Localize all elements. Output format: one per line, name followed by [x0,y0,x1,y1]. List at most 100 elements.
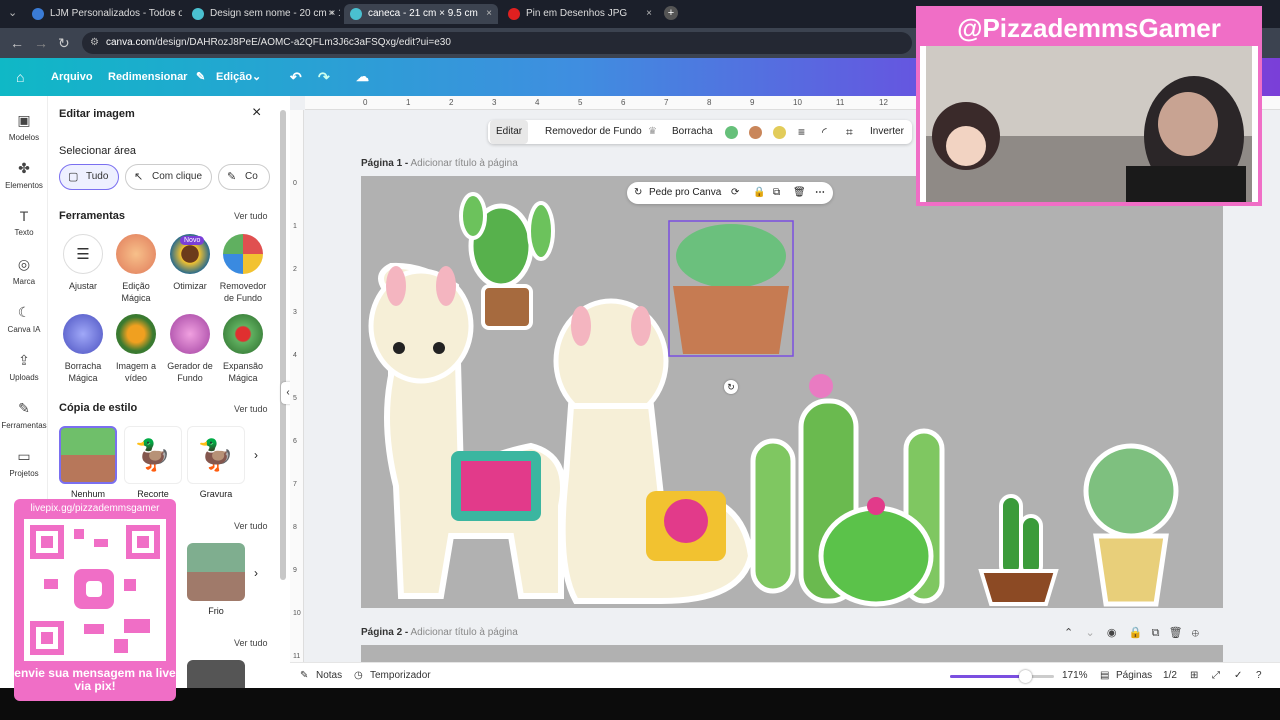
chevron-up-icon[interactable]: ⌃ [1064,627,1073,639]
tool-bg-generator[interactable]: Gerador de Fundo [162,314,218,384]
back-icon[interactable]: ← [10,35,24,51]
comment-icon[interactable]: ⟳ [731,182,739,204]
tab-menu-icon[interactable]: ⌄ [8,6,17,19]
tab-close-icon[interactable]: × [170,4,176,24]
rail-item-tools[interactable]: ✎ Ferramentas [0,400,48,430]
panel-scrollbar[interactable] [280,110,286,580]
pages-icon[interactable]: ▤ [1100,663,1109,689]
timer-button[interactable]: Temporizador [370,663,431,689]
resize-menu[interactable]: Redimensionar [108,58,187,96]
style-none-thumb[interactable] [59,426,117,484]
rail-item-text[interactable]: T Texto [0,208,48,237]
effect-thumb[interactable] [187,660,245,688]
edit-mode-menu[interactable]: Edição [216,58,252,96]
rail-item-brand[interactable]: ◎ Marca [0,256,48,286]
brush-select-chip[interactable]: ✎ Co [218,164,270,190]
selected-cactus-image[interactable] [668,220,794,357]
tool-image-to-video[interactable]: Imagem a vídeo [108,314,164,384]
crop-icon[interactable]: ⌗ [846,120,853,144]
click-select-chip[interactable]: ↖ Com clique [125,164,212,190]
tool-bg-remover[interactable]: Removedor de Fundo [215,234,271,304]
help-icon[interactable]: ? [1256,663,1262,689]
add-page-title[interactable]: Adicionar título à página [410,627,517,638]
color-swatch[interactable] [773,126,786,139]
chevron-down-icon[interactable]: ⌄ [1085,627,1094,639]
style-engraving-thumb[interactable]: 🦆 [187,426,245,484]
barrel-cactus-image[interactable] [1083,443,1179,607]
notes-button[interactable]: Notas [316,663,342,689]
rail-item-templates[interactable]: ▣ Modelos [0,112,48,142]
browser-tab[interactable]: Pin em Desenhos JPG × [502,4,658,24]
tab-close-icon[interactable]: × [646,4,652,24]
browser-tab-active[interactable]: caneca - 21 cm × 9.5 cm × [344,4,498,24]
more-icon[interactable]: ⋯ [815,182,825,204]
chevron-right-icon[interactable]: › [254,566,258,580]
style-see-all-link[interactable]: Ver tudo [234,404,268,414]
lock-page-icon[interactable]: 🔒 [1129,627,1143,639]
tool-adjust[interactable]: ☰ Ajustar [55,234,111,292]
redo-icon[interactable]: ↷ [318,58,330,96]
style-cutout-thumb[interactable]: 🦆 [124,426,182,484]
url-input[interactable]: ⚙ canva.com/design/DAHRozJ8PeE/AOMC-a2QF… [82,32,912,54]
small-potted-cactus-image[interactable] [978,494,1059,606]
filters-see-all-link[interactable]: Ver tudo [234,521,268,531]
rail-item-uploads[interactable]: ⇪ Uploads [0,352,48,382]
notes-icon[interactable]: ✎ [300,663,308,689]
tab-close-icon[interactable]: × [486,4,492,24]
zoom-slider-thumb[interactable] [1018,670,1032,683]
undo-icon[interactable]: ↶ [290,58,302,96]
tools-see-all-link[interactable]: Ver tudo [234,211,268,221]
potted-cactus-image[interactable] [459,192,555,330]
lock-icon[interactable]: 🔒 [753,182,765,204]
eraser-button[interactable]: Borracha [672,120,713,144]
tool-magic-expand[interactable]: Expansão Mágica [215,314,271,384]
zoom-level[interactable]: 171% [1062,663,1088,689]
new-tab-icon[interactable]: + [664,6,678,20]
browser-tab[interactable]: LJM Personalizados - Todos os × [26,4,182,24]
rotate-handle-icon[interactable]: ↻ [724,380,738,394]
site-info-icon[interactable]: ⚙ [90,32,99,54]
close-icon[interactable]: × [252,104,261,122]
effects-see-all-link[interactable]: Ver tudo [234,638,268,648]
tool-magic-edit[interactable]: Edição Mágica [108,234,164,304]
rail-item-elements[interactable]: ✤ Elementos [0,160,48,190]
ask-canva-button[interactable]: Pede pro Canva [649,187,721,198]
duplicate-page-icon[interactable]: ⧉ [1152,627,1160,639]
timer-icon[interactable]: ◷ [354,663,363,689]
cloud-save-icon[interactable]: ☁ [356,58,369,96]
chevron-down-icon[interactable]: ⌄ [252,58,261,96]
llama-standing-image[interactable] [368,262,566,599]
reload-icon[interactable]: ↻ [58,35,70,52]
rail-item-ai[interactable]: ☾ Canva IA [0,304,48,334]
design-page-1[interactable] [361,176,1223,608]
corner-radius-icon[interactable]: ◜ [822,120,827,144]
check-icon[interactable]: ✓ [1234,663,1242,689]
edit-mode-icon[interactable]: ✎ [196,58,205,96]
hide-page-icon[interactable]: ◉ [1107,627,1117,639]
tool-magic-eraser[interactable]: Borracha Mágica [55,314,111,384]
color-swatch[interactable] [749,126,762,139]
filter-cold-thumb[interactable] [187,543,245,601]
forward-icon[interactable]: → [34,35,48,51]
delete-page-icon[interactable]: 🗑 [1169,627,1183,639]
cactus-group-image[interactable] [750,374,945,607]
select-all-chip[interactable]: ▢ Tudo [59,164,119,190]
home-icon[interactable]: ⌂ [16,58,24,96]
duplicate-icon[interactable]: ⧉ [773,182,780,204]
delete-icon[interactable]: 🗑 [793,182,806,204]
tab-close-icon[interactable]: × [328,4,334,24]
color-swatch[interactable] [725,126,738,139]
rail-item-projects[interactable]: ▭ Projetos [0,448,48,478]
border-style-icon[interactable]: ≡ [798,120,805,144]
fullscreen-icon[interactable]: ⤢ [1212,663,1220,689]
file-menu[interactable]: Arquivo [51,58,93,96]
browser-tab[interactable]: Design sem nome - 20 cm × 1 × [186,4,340,24]
add-page-icon[interactable]: ⊕ [1192,627,1199,639]
add-page-title[interactable]: Adicionar título à página [410,158,517,169]
chevron-right-icon[interactable]: › [254,448,258,462]
pages-button[interactable]: Páginas [1116,663,1152,689]
grid-view-icon[interactable]: ⊞ [1190,663,1198,689]
flip-button[interactable]: Inverter [870,120,904,144]
zoom-slider[interactable] [950,670,1054,683]
bg-remover-button[interactable]: Removedor de Fundo [545,120,642,144]
